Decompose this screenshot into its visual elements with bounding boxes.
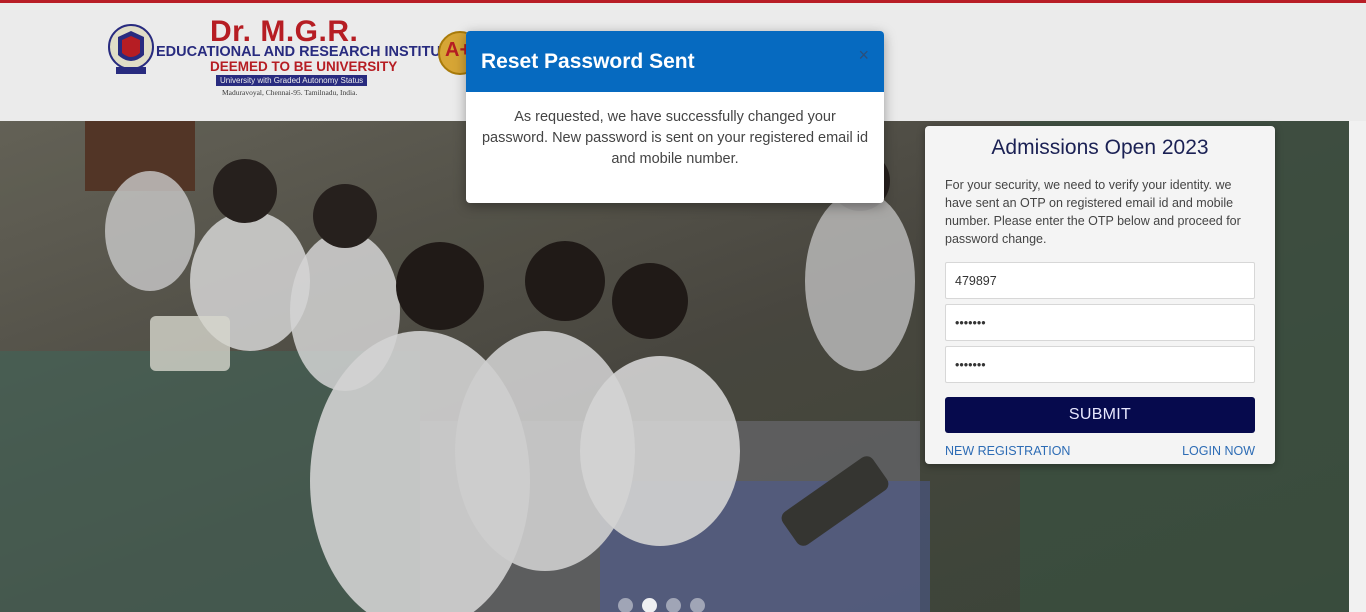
carousel-dot[interactable] xyxy=(618,598,633,612)
page-scrollbar[interactable] xyxy=(1349,121,1366,612)
admissions-title: Admissions Open 2023 xyxy=(991,136,1209,159)
login-now-link[interactable]: LOGIN NOW xyxy=(1182,444,1255,458)
modal-header: Reset Password Sent × xyxy=(466,31,884,92)
admissions-otp-form: Admissions Open 2023 For your security, … xyxy=(925,126,1275,464)
carousel-indicators xyxy=(618,598,705,612)
carousel-dot[interactable] xyxy=(666,598,681,612)
confirm-password-input[interactable] xyxy=(945,346,1255,383)
close-icon[interactable]: × xyxy=(858,45,869,65)
modal-message: As requested, we have successfully chang… xyxy=(481,109,869,167)
new-registration-link[interactable]: NEW REGISTRATION xyxy=(945,444,1070,458)
carousel-dot[interactable] xyxy=(690,598,705,612)
modal-title: Reset Password Sent xyxy=(481,50,695,73)
new-password-input[interactable] xyxy=(945,304,1255,341)
otp-input[interactable] xyxy=(945,262,1255,299)
form-links: NEW REGISTRATION LOGIN NOW xyxy=(945,444,1255,458)
otp-instructions: For your security, we need to verify you… xyxy=(945,178,1241,246)
submit-button[interactable]: SUBMIT xyxy=(945,397,1255,433)
carousel-dot-active[interactable] xyxy=(642,598,657,612)
reset-password-modal: Reset Password Sent × As requested, we h… xyxy=(466,31,884,203)
